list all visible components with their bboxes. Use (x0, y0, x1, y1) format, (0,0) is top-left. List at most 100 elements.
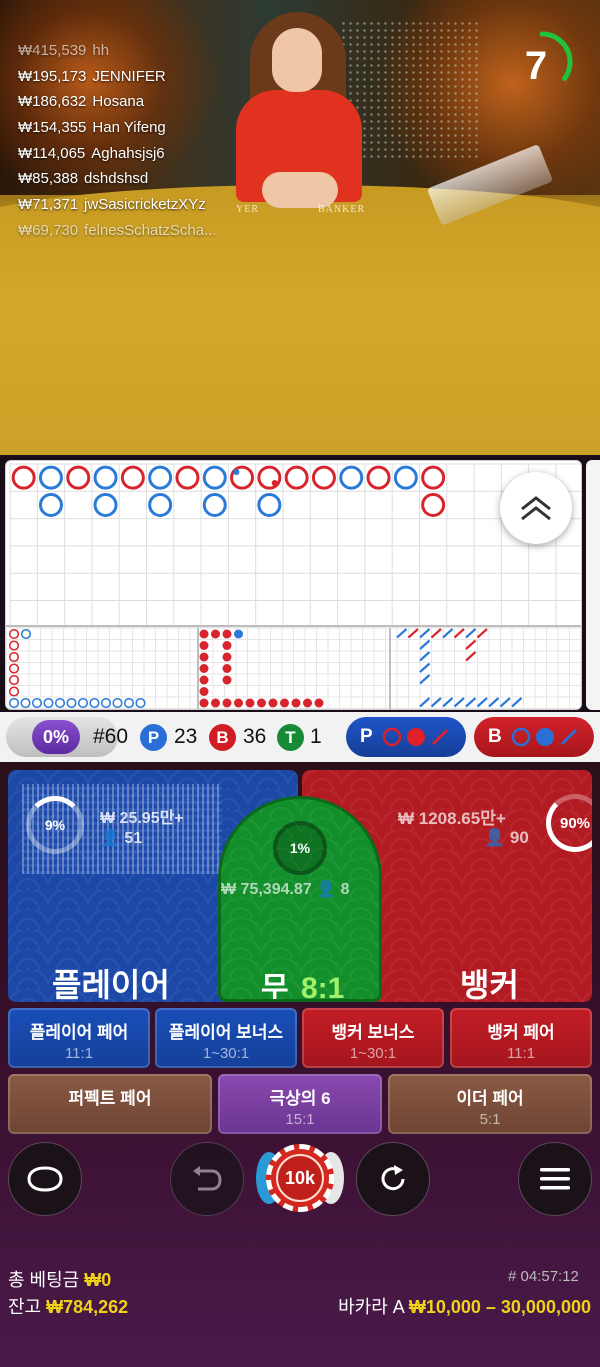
cockroach-mark (419, 674, 431, 685)
cockroach-mark (407, 628, 419, 639)
big-road-mark (393, 465, 418, 490)
winner-amount: ₩415,539 (18, 42, 87, 59)
expand-roadmap-button[interactable] (500, 472, 572, 544)
winner-row: ₩415,539 hh (18, 42, 217, 68)
table-limits: ₩10,000 – 30,000,000 (408, 1297, 591, 1317)
scoreboard-roadmap[interactable] (5, 460, 582, 710)
small-road-dot (199, 664, 209, 673)
winner-name: felnesSchatzScha... (84, 221, 217, 239)
banker-percent-ring: 90% (546, 794, 592, 852)
small-road-dot (314, 698, 324, 708)
small-road-dot (245, 698, 255, 708)
baccarat-app: YER BANKER ₩415,539 hh ₩195,173 JENNIFER ₩18… (0, 0, 600, 1367)
small-road-dot (303, 698, 312, 708)
table-print-banker: BANKER (318, 204, 366, 215)
total-bet-label: 총 베팅금 (8, 1270, 80, 1290)
menu-button[interactable] (518, 1142, 592, 1216)
winner-amount: ₩85,388 (18, 170, 79, 188)
winner-row: ₩186,632 Hosana (18, 93, 217, 119)
round-id: # 04:57:12 (508, 1268, 579, 1285)
double-chevron-up-icon (521, 496, 551, 521)
banker-pair-bet[interactable]: 뱅커 페어 11:1 (450, 1008, 592, 1068)
banker-bonus-bet[interactable]: 뱅커 보너스 1~30:1 (302, 1008, 444, 1068)
cockroach-mark (442, 697, 454, 708)
dealer-face (272, 28, 322, 92)
big-road-mark (120, 465, 145, 490)
cockroach-mark (430, 697, 442, 708)
player-bonus-bet[interactable]: 플레이어 보너스 1~30:1 (155, 1008, 297, 1068)
side-bet-name: 극상의 6 (269, 1089, 331, 1108)
banker-dot-icon: B (209, 724, 236, 751)
winner-name: Aghahsjsj6 (91, 144, 165, 162)
tie-odds: 8:1 (300, 972, 345, 1002)
player-prediction-label: P (360, 726, 373, 747)
side-bet-name: 플레이어 보너스 (168, 1023, 284, 1042)
winner-amount: ₩69,730 (18, 221, 79, 239)
pair-dot (233, 469, 240, 475)
winner-row: ₩114,065 Aghahsjsj6 (18, 145, 217, 171)
player-pair-bet[interactable]: 플레이어 페어 11:1 (8, 1008, 150, 1068)
balance-value: ₩784,262 (46, 1297, 129, 1317)
small-road-dot (268, 698, 278, 708)
undo-button[interactable] (170, 1142, 244, 1216)
banker-count: 36 (243, 725, 267, 748)
side-bet-name: 퍼펙트 페어 (68, 1089, 152, 1108)
cockroach-mark (465, 651, 477, 662)
perfect-pair-bet[interactable]: 퍼펙트 페어 (8, 1074, 212, 1134)
side-bet-odds: 1~30:1 (202, 1045, 250, 1062)
winner-row: ₩71,371 jwSasicricketzXYz (18, 196, 217, 222)
winner-amount: ₩195,173 (18, 67, 87, 85)
big-road-mark (148, 465, 173, 490)
either-pair-bet[interactable]: 이더 페어 5:1 (388, 1074, 592, 1134)
side-bet-name: 이더 페어 (456, 1089, 524, 1108)
cockroach-mark (488, 697, 500, 708)
cockroach-mark (453, 628, 465, 639)
small-road-dot (234, 629, 243, 639)
timer-seconds: 7 (524, 44, 548, 88)
winner-name: hh (92, 42, 110, 59)
repeat-button[interactable] (356, 1142, 430, 1216)
tie-bet-spot[interactable]: 1% ₩ 75,394.87 👤 8 무 8:1 (218, 796, 382, 1002)
chat-button[interactable] (8, 1142, 82, 1216)
winners-list: ₩415,539 hh ₩195,173 JENNIFER ₩186,632 Hosana… (18, 42, 217, 248)
super-six-bet[interactable]: 극상의 6 15:1 (218, 1074, 382, 1134)
player-dot-icon: P (140, 724, 167, 751)
small-road-dot (199, 641, 209, 650)
live-video: YER BANKER ₩415,539 hh ₩195,173 JENNIFER ₩18… (0, 0, 600, 455)
table-info[interactable]: 바카라 A ₩10,000 – 30,000,000 (338, 1293, 591, 1319)
side-bet-odds: 5:1 (479, 1111, 501, 1128)
winner-name: jwSasicricketzXYz (84, 196, 206, 214)
player-bettors: 👤 51 (100, 828, 142, 848)
banker-percent: 90% (559, 814, 591, 832)
side-bet-odds: 11:1 (64, 1045, 94, 1062)
prediction-icons (382, 727, 448, 747)
winner-row: ₩85,388 dshdshsd (18, 170, 217, 196)
chat-icon (27, 1166, 63, 1192)
winner-name: Hosana (92, 93, 145, 111)
player-label: 플레이어 (52, 967, 170, 1002)
banker-bettors: 👤 90 (484, 828, 529, 848)
small-road-dot (222, 675, 232, 685)
banker-prediction-button[interactable]: B (474, 717, 594, 757)
winner-amount: ₩71,371 (18, 196, 79, 214)
big-road-mark (421, 465, 446, 490)
small-road-dot (199, 687, 209, 696)
cockroach-mark (511, 697, 523, 708)
percent-badge: 0% (32, 720, 80, 754)
selected-chip[interactable]: 10k (256, 1142, 344, 1214)
player-prediction-button[interactable]: P (346, 717, 466, 757)
prediction-icons (511, 727, 577, 747)
player-total-amount: ₩ 25.95만+ (100, 810, 184, 827)
tie-total: ₩ 75,394.87 👤 8 (221, 879, 349, 899)
side-bet-odds: 15:1 (285, 1111, 315, 1128)
big-road-mark (66, 465, 91, 490)
tie-percent-ring: 1% (273, 821, 327, 875)
cockroach-mark (442, 628, 454, 639)
small-road-dot (222, 698, 232, 708)
small-road-dot (222, 629, 232, 639)
small-road-dot (211, 698, 220, 708)
total-bet-value: ₩0 (84, 1270, 112, 1290)
player-count: 23 (174, 725, 198, 748)
winner-amount: ₩186,632 (18, 93, 87, 111)
banker-bettor-count: 90 (509, 828, 529, 847)
